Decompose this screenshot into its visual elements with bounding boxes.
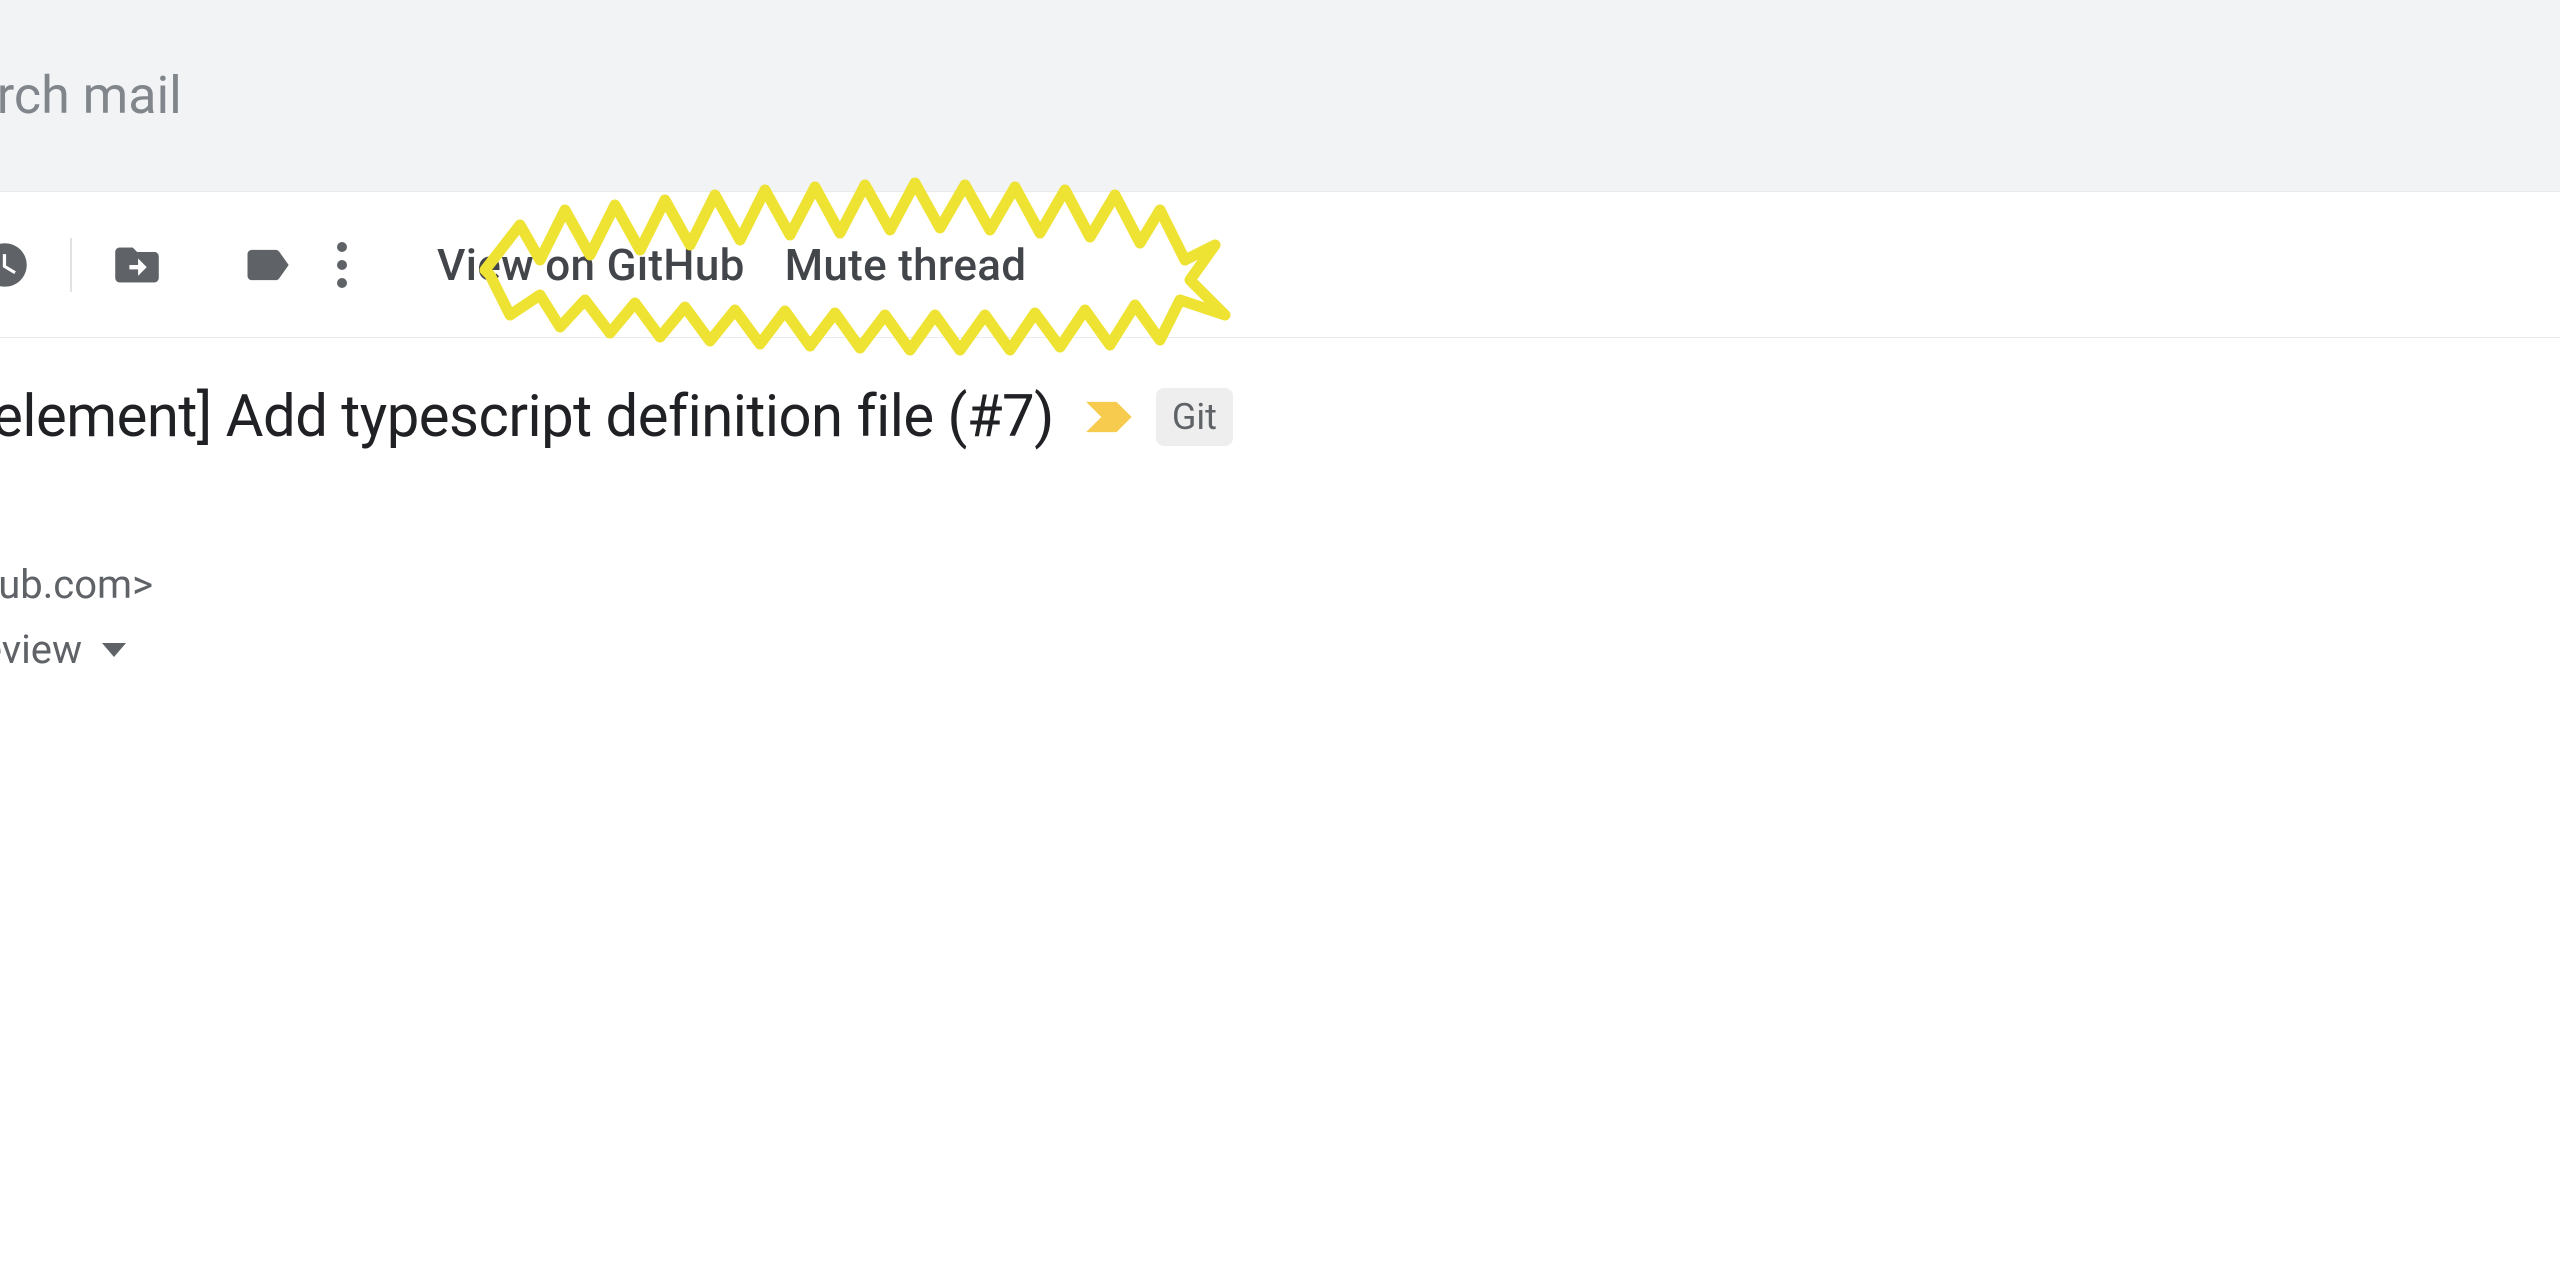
- view-on-github-button[interactable]: View on GitHub: [437, 239, 745, 291]
- importance-marker[interactable]: [1084, 397, 1136, 437]
- subject-row: der-element] Add typescript definition f…: [0, 338, 2560, 481]
- toolbar-divider: [70, 238, 72, 292]
- toolbar: View on GitHub Mute thread: [0, 192, 2560, 338]
- search-bar: [0, 0, 2560, 192]
- labels-button[interactable]: [232, 230, 302, 300]
- clock-icon: [0, 239, 31, 291]
- search-input[interactable]: [0, 65, 710, 126]
- dot-icon: [337, 242, 347, 252]
- label-chip[interactable]: Git: [1156, 388, 1233, 446]
- toolbar-actions: View on GitHub Mute thread: [437, 239, 1026, 291]
- recipient-text: ne, Review: [0, 626, 82, 673]
- recipient-row[interactable]: ne, Review: [0, 626, 2560, 673]
- importance-icon: [1084, 397, 1136, 437]
- snooze-button[interactable]: [0, 230, 40, 300]
- tag-icon: [241, 239, 293, 291]
- dot-icon: [337, 260, 347, 270]
- mute-thread-button[interactable]: Mute thread: [785, 239, 1027, 291]
- dot-icon: [337, 278, 347, 288]
- move-to-button[interactable]: [102, 230, 172, 300]
- sender-email: @github.com>: [0, 561, 2560, 608]
- toolbar-icons: [0, 230, 347, 300]
- folder-arrow-icon: [111, 239, 163, 291]
- chevron-down-icon: [102, 643, 126, 657]
- email-subject: der-element] Add typescript definition f…: [0, 383, 1054, 451]
- more-button[interactable]: [337, 242, 347, 288]
- sender-info: @github.com> ne, Review: [0, 561, 2560, 673]
